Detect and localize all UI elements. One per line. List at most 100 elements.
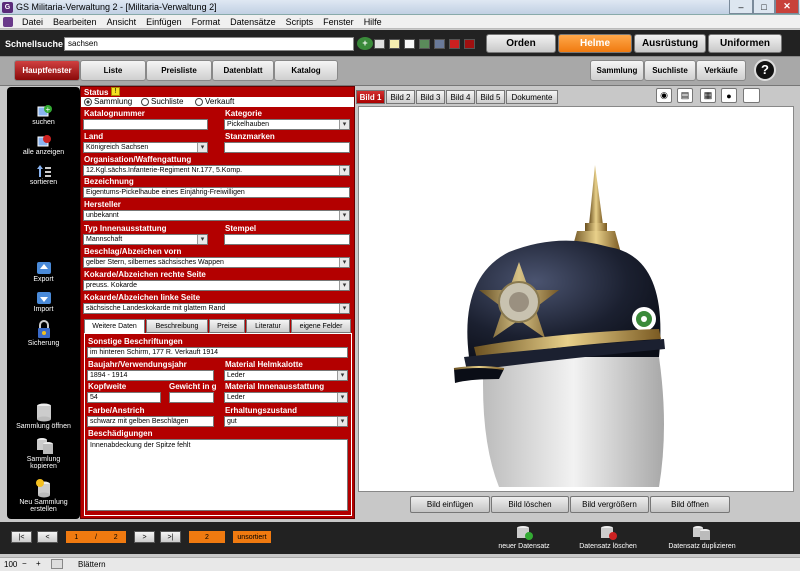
zoom-in-icon[interactable]: +	[36, 559, 41, 568]
menu-fenster[interactable]: Fenster	[318, 17, 359, 27]
import-button[interactable]: Import	[7, 291, 80, 313]
subtab-literatur[interactable]: Literatur	[246, 319, 290, 333]
subtab-preise[interactable]: Preise	[209, 319, 245, 333]
nav-preisliste[interactable]: Preisliste	[146, 60, 212, 81]
sort-status[interactable]: unsortiert	[233, 531, 271, 543]
menu-datensaetze[interactable]: Datensätze	[225, 17, 281, 27]
nav-katalog[interactable]: Katalog	[274, 60, 338, 81]
menu-bearbeiten[interactable]: Bearbeiten	[48, 17, 102, 27]
year-field[interactable]: 1894 - 1914	[87, 370, 214, 381]
right-side-select[interactable]: preuss. Kokarde	[83, 280, 350, 291]
image-tab-1[interactable]: Bild 1	[356, 90, 385, 104]
lining-select[interactable]: Mannschaft	[83, 234, 208, 245]
image-tab-2[interactable]: Bild 2	[386, 90, 415, 104]
zoom-out-icon[interactable]: −	[22, 559, 27, 568]
color-swatch-yellow[interactable]	[389, 39, 400, 49]
layout-toggle-icon[interactable]	[51, 559, 63, 569]
inscription-field[interactable]: im hinteren Schirm, 177 R. Verkauft 1914	[87, 347, 348, 358]
nav-verkaeufe[interactable]: Verkäufe	[696, 60, 746, 81]
menu-hilfe[interactable]: Hilfe	[359, 17, 387, 27]
radio-sammlung[interactable]	[84, 98, 92, 106]
copy-collection-button[interactable]: Sammlung kopieren	[7, 437, 80, 470]
color-swatch-blue[interactable]	[434, 39, 445, 49]
quick-search-input[interactable]: sachsen	[64, 37, 354, 51]
color-field[interactable]: schwarz mit gelben Beschlägen	[87, 416, 214, 427]
condition-select[interactable]: gut	[224, 416, 348, 427]
print-icon[interactable]: ▦	[700, 88, 716, 103]
maximize-button[interactable]: □	[753, 0, 775, 14]
stamps-field[interactable]	[224, 142, 350, 153]
scanner-icon[interactable]: ▤	[677, 88, 693, 103]
zoom-level[interactable]: 100	[4, 560, 17, 569]
delete-image-button[interactable]: Bild löschen	[491, 496, 569, 513]
first-record-button[interactable]: |<	[11, 531, 32, 543]
image-settings-icon[interactable]: ●	[721, 88, 737, 103]
front-select[interactable]: gelber Stern, silbernes sächsisches Wapp…	[83, 257, 350, 268]
duplicate-record-button[interactable]: Datensatz duplizieren	[660, 525, 744, 550]
image-tab-5[interactable]: Bild 5	[476, 90, 505, 104]
help-icon[interactable]: ?	[754, 59, 776, 81]
tab-uniformen[interactable]: Uniformen	[708, 34, 782, 53]
nav-suchliste[interactable]: Suchliste	[644, 60, 696, 81]
last-record-button[interactable]: >|	[160, 531, 181, 543]
stamp-field[interactable]	[224, 234, 350, 245]
color-swatch-green[interactable]	[419, 39, 430, 49]
subtab-weitere-daten[interactable]: Weitere Daten	[84, 319, 145, 333]
image-tab-documents[interactable]: Dokumente	[506, 90, 558, 104]
color-swatch-gray[interactable]	[374, 39, 385, 49]
tab-orden[interactable]: Orden	[486, 34, 556, 53]
new-collection-button[interactable]: Neu Sammlung erstellen	[7, 479, 80, 513]
minimize-button[interactable]: –	[729, 0, 753, 14]
color-swatch-red[interactable]	[449, 39, 460, 49]
nav-sammlung[interactable]: Sammlung	[590, 60, 644, 81]
insert-image-button[interactable]: Bild einfügen	[410, 496, 490, 513]
delete-record-button[interactable]: Datensatz löschen	[570, 525, 646, 550]
maker-select[interactable]: unbekannt	[83, 210, 350, 221]
menu-datei[interactable]: Datei	[17, 17, 48, 27]
open-image-button[interactable]: Bild öffnen	[650, 496, 730, 513]
info-icon[interactable]: !	[111, 87, 120, 96]
nav-hauptfenster[interactable]: Hauptfenster	[14, 60, 80, 81]
camera-icon[interactable]: ◉	[656, 88, 672, 103]
weight-field[interactable]	[169, 392, 214, 403]
color-swatch-white[interactable]	[404, 39, 415, 49]
catalog-field[interactable]	[83, 119, 208, 130]
subtab-eigene-felder[interactable]: eigene Felder	[291, 319, 351, 333]
search-button[interactable]: + suchen	[7, 104, 80, 126]
close-button[interactable]: ✕	[775, 0, 799, 14]
new-record-button[interactable]: neuer Datensatz	[489, 525, 559, 550]
size-field[interactable]: 54	[87, 392, 161, 403]
tab-helme[interactable]: Helme	[558, 34, 632, 53]
tab-ausruestung[interactable]: Ausrüstung	[634, 34, 706, 53]
menu-format[interactable]: Format	[187, 17, 226, 27]
menu-scripts[interactable]: Scripts	[281, 17, 319, 27]
menu-einfuegen[interactable]: Einfügen	[141, 17, 187, 27]
country-select[interactable]: Königreich Sachsen	[83, 142, 208, 153]
material-select[interactable]: Leder	[224, 370, 348, 381]
color-swatch-darkred[interactable]	[464, 39, 475, 49]
subtab-beschreibung[interactable]: Beschreibung	[146, 319, 208, 333]
export-button[interactable]: Export	[7, 261, 80, 283]
menu-ansicht[interactable]: Ansicht	[102, 17, 142, 27]
category-select[interactable]: Pickelhauben	[224, 119, 350, 130]
radio-verkauft[interactable]	[195, 98, 203, 106]
sort-button[interactable]: sortieren	[7, 164, 80, 186]
image-tab-3[interactable]: Bild 3	[416, 90, 445, 104]
nav-liste[interactable]: Liste	[80, 60, 146, 81]
nav-datenblatt[interactable]: Datenblatt	[212, 60, 274, 81]
previous-record-button[interactable]: <	[37, 531, 58, 543]
left-side-select[interactable]: sächsische Landeskokarde mit glattem Ran…	[83, 303, 350, 314]
enlarge-image-button[interactable]: Bild vergrößern	[570, 496, 649, 513]
org-select[interactable]: 12.Kgl.sächs.Infanterie-Regiment Nr.177,…	[83, 165, 350, 176]
inner-material-select[interactable]: Leder	[224, 392, 348, 403]
blank-icon[interactable]	[743, 88, 760, 103]
add-search-icon[interactable]: +	[357, 37, 373, 50]
backup-button[interactable]: Sicherung	[7, 320, 80, 347]
radio-suchliste[interactable]	[141, 98, 149, 106]
damage-textarea[interactable]: Innenabdeckung der Spitze fehlt	[87, 439, 348, 511]
show-all-button[interactable]: alle anzeigen	[7, 134, 80, 156]
next-record-button[interactable]: >	[134, 531, 155, 543]
desc-field[interactable]: Eigentums-Pickelhaube eines Einjährig-Fr…	[83, 187, 350, 198]
image-tab-4[interactable]: Bild 4	[446, 90, 475, 104]
open-collection-button[interactable]: Sammlung öffnen	[7, 403, 80, 430]
